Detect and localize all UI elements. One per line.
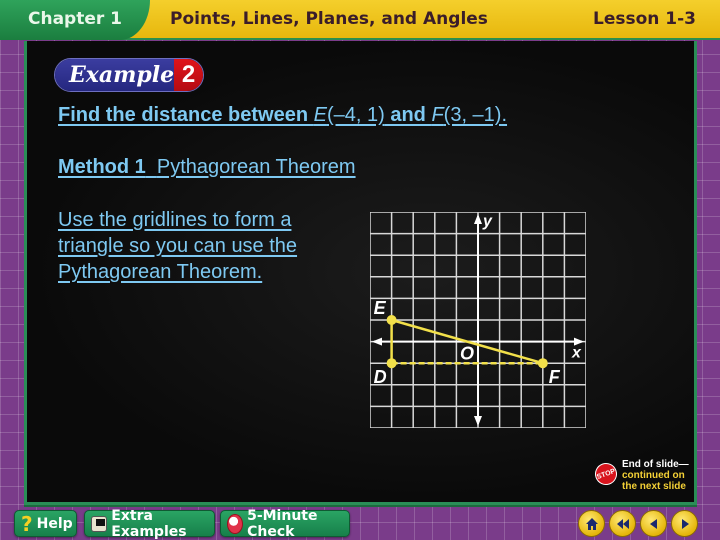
- next-icon: [681, 518, 689, 529]
- method-label: Method 1: [58, 156, 146, 178]
- y-axis-top-arrow: [474, 214, 482, 224]
- stop-line-3: the next slide: [622, 481, 686, 492]
- first-slide-button[interactable]: [609, 510, 636, 537]
- origin-label: O: [460, 344, 474, 364]
- question-middle: and: [384, 104, 432, 126]
- header-bar: Chapter 1 Points, Lines, Planes, and Ang…: [0, 0, 720, 40]
- method-name: Pythagorean Theorem: [156, 156, 356, 178]
- slide-panel: Example 2 Find the distance between E(–4…: [24, 41, 697, 505]
- question-text: Find the distance between E(–4, 1) and F…: [58, 104, 507, 127]
- point-F: [537, 358, 548, 369]
- x-axis-label: x: [571, 345, 582, 362]
- coordinate-graph: E D F O x y: [370, 212, 586, 428]
- point-label-D: D: [374, 367, 387, 387]
- y-axis-label: y: [482, 213, 493, 230]
- point-label-F: F: [549, 367, 561, 387]
- point-label-E: E: [374, 298, 387, 318]
- y-axis-bottom-arrow: [474, 416, 482, 426]
- extra-examples-button[interactable]: Extra Examples: [84, 507, 215, 540]
- question-suffix: .: [501, 104, 508, 126]
- stop-sign-icon: STOP: [591, 459, 621, 489]
- example-label: Example: [55, 59, 175, 91]
- point-D: [386, 358, 397, 369]
- rewind-icon: [616, 518, 629, 529]
- question-prefix: Find the distance between: [58, 104, 314, 126]
- computer-icon: [91, 515, 108, 532]
- stop-line-1: End of slide—: [622, 459, 689, 470]
- stop-line-2: continued on: [622, 470, 685, 481]
- point1-name: E: [313, 104, 327, 126]
- point2-coords: (3, –1): [443, 104, 502, 126]
- next-slide-button[interactable]: [671, 510, 698, 537]
- point2-name: F: [431, 104, 444, 126]
- method-heading: Method 1 Pythagorean Theorem: [58, 156, 356, 179]
- instruction-text: Use the gridlines to form a triangle so …: [58, 209, 298, 283]
- example-number: 2: [174, 59, 203, 91]
- home-icon: [585, 517, 598, 530]
- point-E: [386, 315, 397, 325]
- help-label: Help: [36, 515, 73, 532]
- x-axis-left-arrow: [372, 337, 382, 346]
- question-mark-icon: ?: [21, 511, 33, 536]
- example-badge: Example 2: [54, 58, 204, 92]
- previous-slide-button[interactable]: [640, 510, 667, 537]
- lesson-label: Lesson 1-3: [592, 9, 696, 29]
- five-minute-check-label: 5-Minute Check: [247, 507, 318, 540]
- home-button[interactable]: [578, 510, 605, 537]
- five-minute-check-button[interactable]: 5-Minute Check: [220, 507, 350, 540]
- point1-coords: (–4, 1): [326, 104, 385, 126]
- previous-icon: [649, 518, 657, 529]
- extra-examples-label: Extra Examples: [111, 507, 187, 540]
- end-of-slide-note: STOP End of slide— continued on the next…: [591, 457, 705, 497]
- chapter-tab[interactable]: Chapter 1: [0, 0, 150, 40]
- help-button[interactable]: ? Help: [14, 510, 77, 537]
- timer-icon: [227, 513, 244, 534]
- chapter-title: Points, Lines, Planes, and Angles: [170, 9, 488, 29]
